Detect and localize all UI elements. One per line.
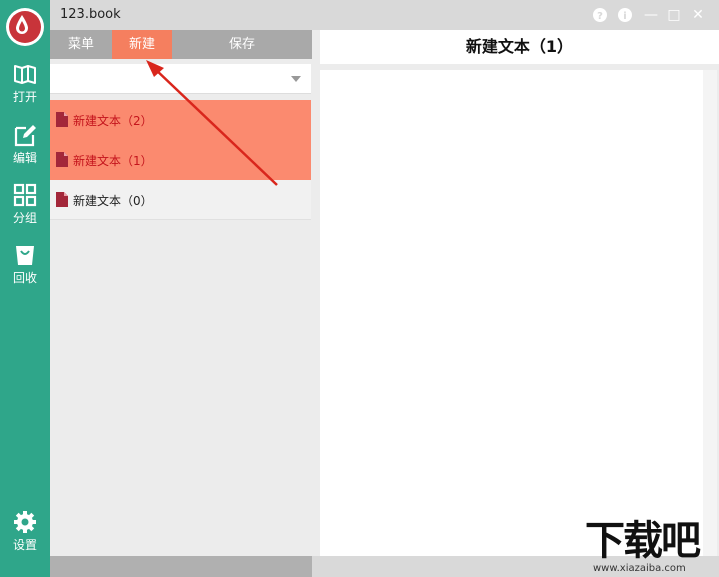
sidebar-item-edit[interactable]: 编辑 — [0, 123, 50, 175]
svg-text:?: ? — [597, 11, 603, 22]
tab-save[interactable]: 保存 — [172, 30, 312, 59]
document-icon — [56, 112, 68, 127]
list-item[interactable]: 新建文本（1） — [50, 140, 311, 180]
chevron-down-icon — [291, 76, 301, 82]
list-item-label: 新建文本（1） — [73, 154, 153, 168]
edit-icon — [14, 125, 36, 147]
info-button[interactable]: i — [616, 6, 634, 24]
toolbar-tabs: 菜单 新建 保存 — [50, 30, 312, 59]
maximize-icon: □ — [667, 7, 681, 23]
sidebar-item-open[interactable]: 打开 — [0, 62, 50, 114]
svg-text:i: i — [623, 11, 626, 22]
title-bar: 123.book ? i — □ ✕ — [50, 0, 719, 30]
document-icon — [56, 192, 68, 207]
window-title: 123.book — [60, 7, 121, 22]
info-icon: i — [618, 8, 632, 22]
close-button[interactable]: ✕ — [689, 6, 707, 24]
sidebar-item-label: 打开 — [12, 90, 37, 104]
help-icon: ? — [593, 8, 607, 22]
sidebar-item-label: 设置 — [12, 538, 37, 552]
maximize-button[interactable]: □ — [665, 6, 683, 24]
text-editor[interactable] — [320, 70, 703, 556]
sidebar-item-recycle[interactable]: 回收 — [0, 243, 50, 295]
tab-menu[interactable]: 菜单 — [50, 30, 112, 59]
editor-scrollbar[interactable] — [703, 70, 717, 556]
droplet-logo-icon — [6, 8, 44, 46]
watermark-url: www.xiazaiba.com — [593, 563, 686, 574]
document-list: 新建文本（2） 新建文本（1） 新建文本（0） — [50, 100, 311, 220]
document-title: 新建文本（1） — [320, 30, 719, 64]
sidebar: 打开 编辑 分组 回收 设置 — [0, 0, 50, 577]
sidebar-item-settings[interactable]: 设置 — [0, 510, 50, 562]
list-item-label: 新建文本（0） — [73, 194, 153, 208]
list-item[interactable]: 新建文本（2） — [50, 100, 311, 140]
minimize-icon: — — [644, 7, 658, 23]
watermark-logo: 下载吧 www.xiazaiba.com — [581, 518, 717, 576]
close-icon: ✕ — [692, 7, 704, 23]
minimize-button[interactable]: — — [642, 6, 660, 24]
open-book-icon — [14, 65, 36, 84]
watermark-text: 下载吧 — [585, 518, 701, 564]
tab-new[interactable]: 新建 — [112, 30, 172, 59]
list-item[interactable]: 新建文本（0） — [50, 180, 311, 220]
sidebar-item-label: 编辑 — [12, 151, 37, 165]
list-item-label: 新建文本（2） — [73, 114, 153, 128]
left-status-bar — [50, 556, 312, 577]
recycle-bag-icon — [16, 246, 34, 265]
sidebar-item-group[interactable]: 分组 — [0, 183, 50, 235]
grid-icon — [13, 183, 37, 207]
help-button[interactable]: ? — [591, 6, 609, 24]
group-select[interactable] — [50, 64, 311, 94]
sidebar-item-label: 分组 — [12, 211, 37, 225]
document-icon — [56, 152, 68, 167]
gear-icon — [14, 511, 36, 533]
sidebar-item-label: 回收 — [12, 271, 37, 285]
